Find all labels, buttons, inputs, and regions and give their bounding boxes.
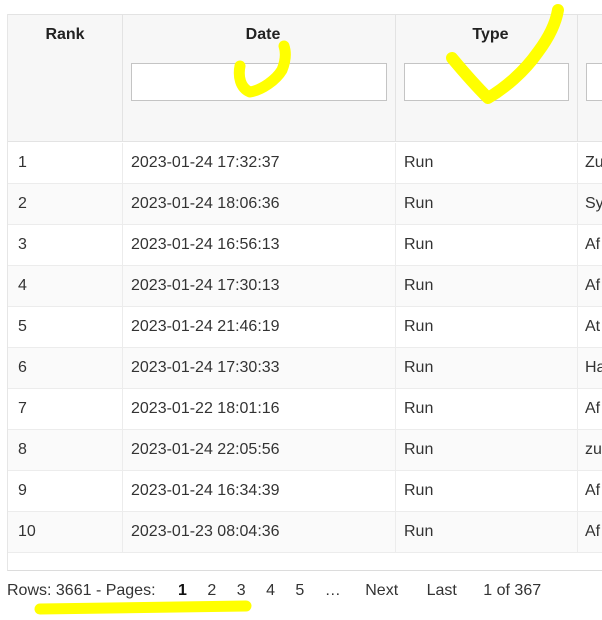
underline-scribble-summary <box>34 600 252 615</box>
next-page-link[interactable]: Next <box>365 578 398 604</box>
column-header-rank[interactable]: Rank <box>8 15 123 55</box>
type-cell: Run <box>396 430 578 470</box>
table-row[interactable]: 6 2023-01-24 17:30:33 Run Ha <box>8 348 602 389</box>
rank-cell: 9 <box>8 471 123 511</box>
rank-cell: 5 <box>8 307 123 347</box>
column-header-type[interactable]: Type <box>396 15 578 55</box>
rank-cell: 3 <box>8 225 123 265</box>
type-cell: Run <box>396 225 578 265</box>
rows-pages-summary: Rows: 3661 - Pages: <box>7 582 156 599</box>
table-row[interactable]: 4 2023-01-24 17:30:13 Run Af <box>8 266 602 307</box>
rank-cell: 6 <box>8 348 123 388</box>
data-grid: Rank Date Type 1 2023-01-24 17:32:37 Run… <box>7 14 602 571</box>
column-header-next[interactable] <box>578 15 602 55</box>
type-cell: Run <box>396 389 578 429</box>
truncated-cell: zu <box>585 441 602 458</box>
rank-cell: 2 <box>8 184 123 224</box>
type-cell: Run <box>396 143 578 183</box>
date-cell: 2023-01-24 17:30:13 <box>123 266 396 306</box>
date-cell: 2023-01-24 17:32:37 <box>123 143 396 183</box>
truncated-cell: Ha <box>585 359 602 376</box>
date-cell: 2023-01-24 17:30:33 <box>123 348 396 388</box>
filter-cell-rank <box>8 55 123 141</box>
rank-cell: 1 <box>8 143 123 183</box>
next-filter-input[interactable] <box>586 63 602 101</box>
page-link-4[interactable]: 4 <box>266 578 275 604</box>
date-cell: 2023-01-22 18:01:16 <box>123 389 396 429</box>
table-row[interactable]: 2 2023-01-24 18:06:36 Run Sy <box>8 184 602 225</box>
table-row[interactable]: 7 2023-01-22 18:01:16 Run Af <box>8 389 602 430</box>
filter-cell-type <box>396 55 578 141</box>
truncated-cell: Af <box>585 236 601 253</box>
table-page: Rank Date Type 1 2023-01-24 17:32:37 Run… <box>0 0 602 620</box>
filter-cell-date <box>123 55 396 141</box>
type-cell: Run <box>396 184 578 224</box>
date-cell: 2023-01-24 16:34:39 <box>123 471 396 511</box>
rank-cell: 10 <box>8 512 123 552</box>
truncated-cell: Sy <box>585 195 602 212</box>
column-header-date[interactable]: Date <box>123 15 396 55</box>
date-cell: 2023-01-24 18:06:36 <box>123 184 396 224</box>
page-link-1[interactable]: 1 <box>178 578 187 604</box>
page-link-2[interactable]: 2 <box>207 578 216 604</box>
table-row[interactable]: 8 2023-01-24 22:05:56 Run zu <box>8 430 602 471</box>
table-row[interactable]: 10 2023-01-23 08:04:36 Run Af <box>8 512 602 553</box>
header-row: Rank Date Type <box>8 14 602 56</box>
truncated-cell: Zu <box>585 154 602 171</box>
rank-cell: 8 <box>8 430 123 470</box>
truncated-cell: Af <box>585 482 601 499</box>
page-position: 1 of 367 <box>483 582 542 599</box>
truncated-cell: Af <box>585 523 601 540</box>
table-row[interactable]: 5 2023-01-24 21:46:19 Run At <box>8 307 602 348</box>
date-cell: 2023-01-24 22:05:56 <box>123 430 396 470</box>
truncated-cell: Af <box>585 277 601 294</box>
type-cell: Run <box>396 512 578 552</box>
date-cell: 2023-01-23 08:04:36 <box>123 512 396 552</box>
type-filter-input[interactable] <box>404 63 569 101</box>
date-cell: 2023-01-24 21:46:19 <box>123 307 396 347</box>
date-filter-input[interactable] <box>131 63 387 101</box>
table-row[interactable]: 9 2023-01-24 16:34:39 Run Af <box>8 471 602 512</box>
type-cell: Run <box>396 348 578 388</box>
rank-cell: 7 <box>8 389 123 429</box>
date-cell: 2023-01-24 16:56:13 <box>123 225 396 265</box>
table-row[interactable]: 3 2023-01-24 16:56:13 Run Af <box>8 225 602 266</box>
type-cell: Run <box>396 307 578 347</box>
truncated-cell: Af <box>585 400 601 417</box>
type-cell: Run <box>396 266 578 306</box>
type-cell: Run <box>396 471 578 511</box>
page-link-3[interactable]: 3 <box>237 578 246 604</box>
truncated-cell: At <box>585 318 601 335</box>
pagination-bar: Rows: 3661 - Pages: 1 2 3 4 5 … Next Las… <box>7 578 541 604</box>
rank-cell: 4 <box>8 266 123 306</box>
last-page-link[interactable]: Last <box>427 578 457 604</box>
filter-cell-next <box>578 55 602 141</box>
table-row[interactable]: 1 2023-01-24 17:32:37 Run Zu <box>8 143 602 184</box>
filter-row <box>8 55 602 142</box>
pager-ellipsis: … <box>324 582 341 599</box>
page-link-5[interactable]: 5 <box>295 578 304 604</box>
